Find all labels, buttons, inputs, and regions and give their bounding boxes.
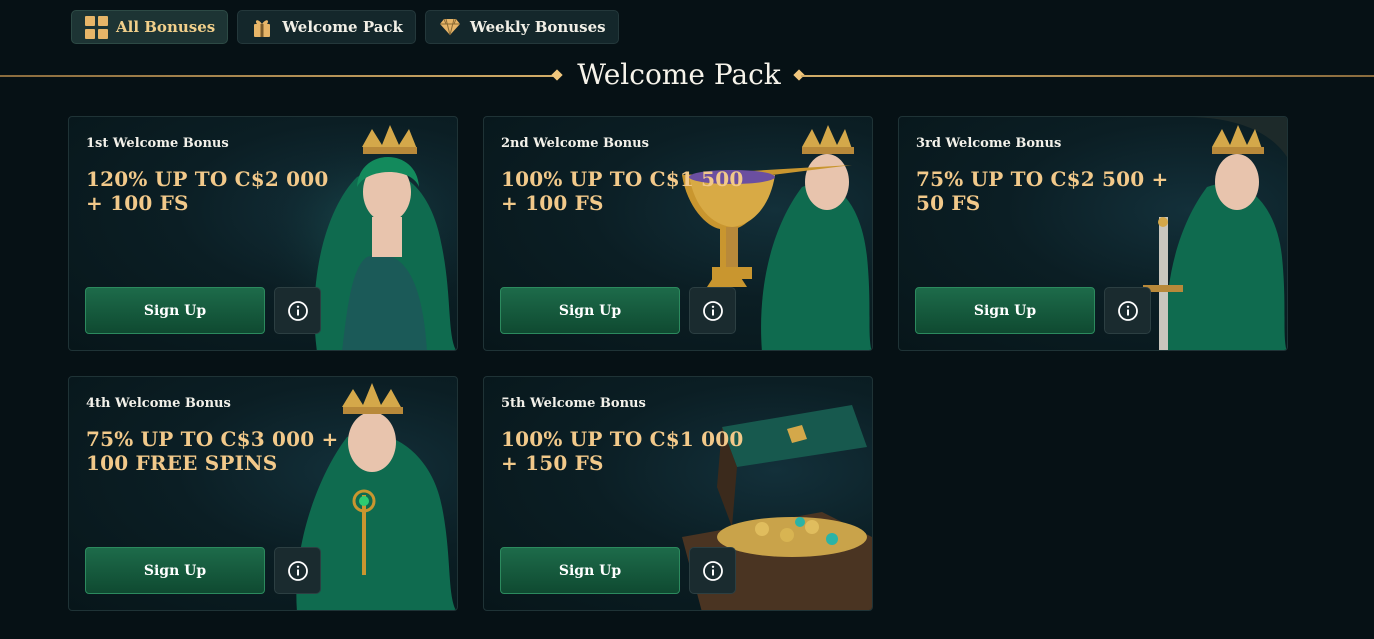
bonus-title: 4th Welcome Bonus (86, 396, 231, 411)
bonus-title: 1st Welcome Bonus (86, 136, 229, 151)
bonus-card: 5th Welcome Bonus 100% UP TO C$1 000 + 1… (483, 376, 873, 611)
section-heading: Welcome Pack (0, 56, 1374, 96)
tab-label: Welcome Pack (282, 18, 403, 36)
gift-icon (250, 15, 274, 39)
info-icon (287, 560, 308, 581)
sign-up-button[interactable]: Sign Up (500, 547, 680, 594)
divider-diamond (551, 69, 563, 81)
tab-weekly-bonuses[interactable]: Weekly Bonuses (424, 10, 619, 44)
bonus-offer: 100% UP TO C$1 500 + 100 FS (501, 167, 744, 215)
info-button[interactable] (689, 547, 736, 594)
page-title: Welcome Pack (577, 58, 781, 91)
bonus-offer: 75% UP TO C$2 500 + 50 FS (916, 167, 1169, 215)
bonus-title: 5th Welcome Bonus (501, 396, 646, 411)
sign-up-button[interactable]: Sign Up (85, 287, 265, 334)
tab-label: All Bonuses (116, 18, 216, 36)
bonus-card: 2nd Welcome Bonus 100% UP TO C$1 500 + 1… (483, 116, 873, 351)
bonus-filter-tabs: All Bonuses Welcome Pack Weekly Bonuses (71, 10, 619, 44)
bonus-title: 3rd Welcome Bonus (916, 136, 1062, 151)
info-icon (702, 300, 723, 321)
info-button[interactable] (274, 547, 321, 594)
info-button[interactable] (689, 287, 736, 334)
sign-up-button[interactable]: Sign Up (915, 287, 1095, 334)
sign-up-button[interactable]: Sign Up (500, 287, 680, 334)
bonus-offer: 100% UP TO C$1 000 + 150 FS (501, 427, 744, 475)
info-button[interactable] (274, 287, 321, 334)
info-icon (702, 560, 723, 581)
info-icon (1117, 300, 1138, 321)
divider-line (0, 75, 555, 77)
grid-icon (84, 15, 108, 39)
sign-up-button[interactable]: Sign Up (85, 547, 265, 594)
bonus-title: 2nd Welcome Bonus (501, 136, 649, 151)
divider-line (801, 75, 1374, 77)
tab-welcome-pack[interactable]: Welcome Pack (237, 10, 416, 44)
diamond-icon (438, 15, 462, 39)
bonus-card: 4th Welcome Bonus 75% UP TO C$3 000 + 10… (68, 376, 458, 611)
bonus-card: 1st Welcome Bonus 120% UP TO C$2 000 + 1… (68, 116, 458, 351)
bonus-card: 3rd Welcome Bonus 75% UP TO C$2 500 + 50… (898, 116, 1288, 351)
tab-label: Weekly Bonuses (469, 18, 606, 36)
info-icon (287, 300, 308, 321)
bonus-offer: 75% UP TO C$3 000 + 100 FREE SPINS (86, 427, 339, 475)
tab-all-bonuses[interactable]: All Bonuses (71, 10, 229, 44)
info-button[interactable] (1104, 287, 1151, 334)
bonus-offer: 120% UP TO C$2 000 + 100 FS (86, 167, 329, 215)
